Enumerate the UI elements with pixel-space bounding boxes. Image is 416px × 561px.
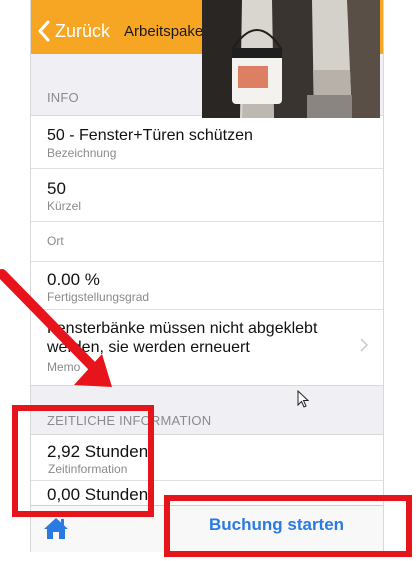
bezeichnung-label: Bezeichnung bbox=[47, 146, 117, 160]
memo-value-line1: Fensterbänke müssen nicht abgeklebt bbox=[47, 320, 318, 337]
kuerzel-label: Kürzel bbox=[47, 199, 82, 213]
mouse-cursor-icon bbox=[297, 390, 309, 408]
fertigstellungsgrad-label: Fertigstellungsgrad bbox=[47, 290, 150, 304]
bezeichnung-value: 50 - Fenster+Türen schützen bbox=[47, 127, 253, 144]
annotation-box-time bbox=[12, 405, 154, 517]
info-group: 50 - Fenster+Türen schützen Bezeichnung … bbox=[31, 115, 383, 386]
kuerzel-value: 50 bbox=[47, 179, 66, 198]
list-item-memo[interactable]: Fensterbänke müssen nicht abgeklebt werd… bbox=[31, 310, 383, 385]
list-item-bezeichnung: 50 - Fenster+Türen schützen Bezeichnung bbox=[31, 116, 383, 169]
list-item-ort: Ort bbox=[31, 222, 383, 262]
worker-paint-bucket-image bbox=[202, 0, 380, 118]
annotation-box-booking bbox=[164, 495, 412, 557]
back-label: Zurück bbox=[55, 20, 111, 41]
back-button[interactable]: Zurück bbox=[37, 20, 110, 42]
ort-label: Ort bbox=[47, 234, 64, 248]
chevron-left-icon bbox=[38, 20, 50, 42]
photo-overlay bbox=[202, 0, 380, 118]
fertigstellungsgrad-value: 0.00 % bbox=[47, 270, 100, 289]
chevron-right-icon bbox=[360, 338, 369, 352]
home-icon[interactable] bbox=[43, 516, 69, 540]
list-item-kuerzel: 50 Kürzel bbox=[31, 169, 383, 222]
page-title: Arbeitspake bbox=[124, 22, 204, 40]
memo-value-line2: werden, sie werden erneuert bbox=[47, 339, 250, 356]
list-item-fertigstellungsgrad: 0.00 % Fertigstellungsgrad bbox=[31, 262, 383, 310]
memo-label: Memo bbox=[47, 360, 81, 374]
